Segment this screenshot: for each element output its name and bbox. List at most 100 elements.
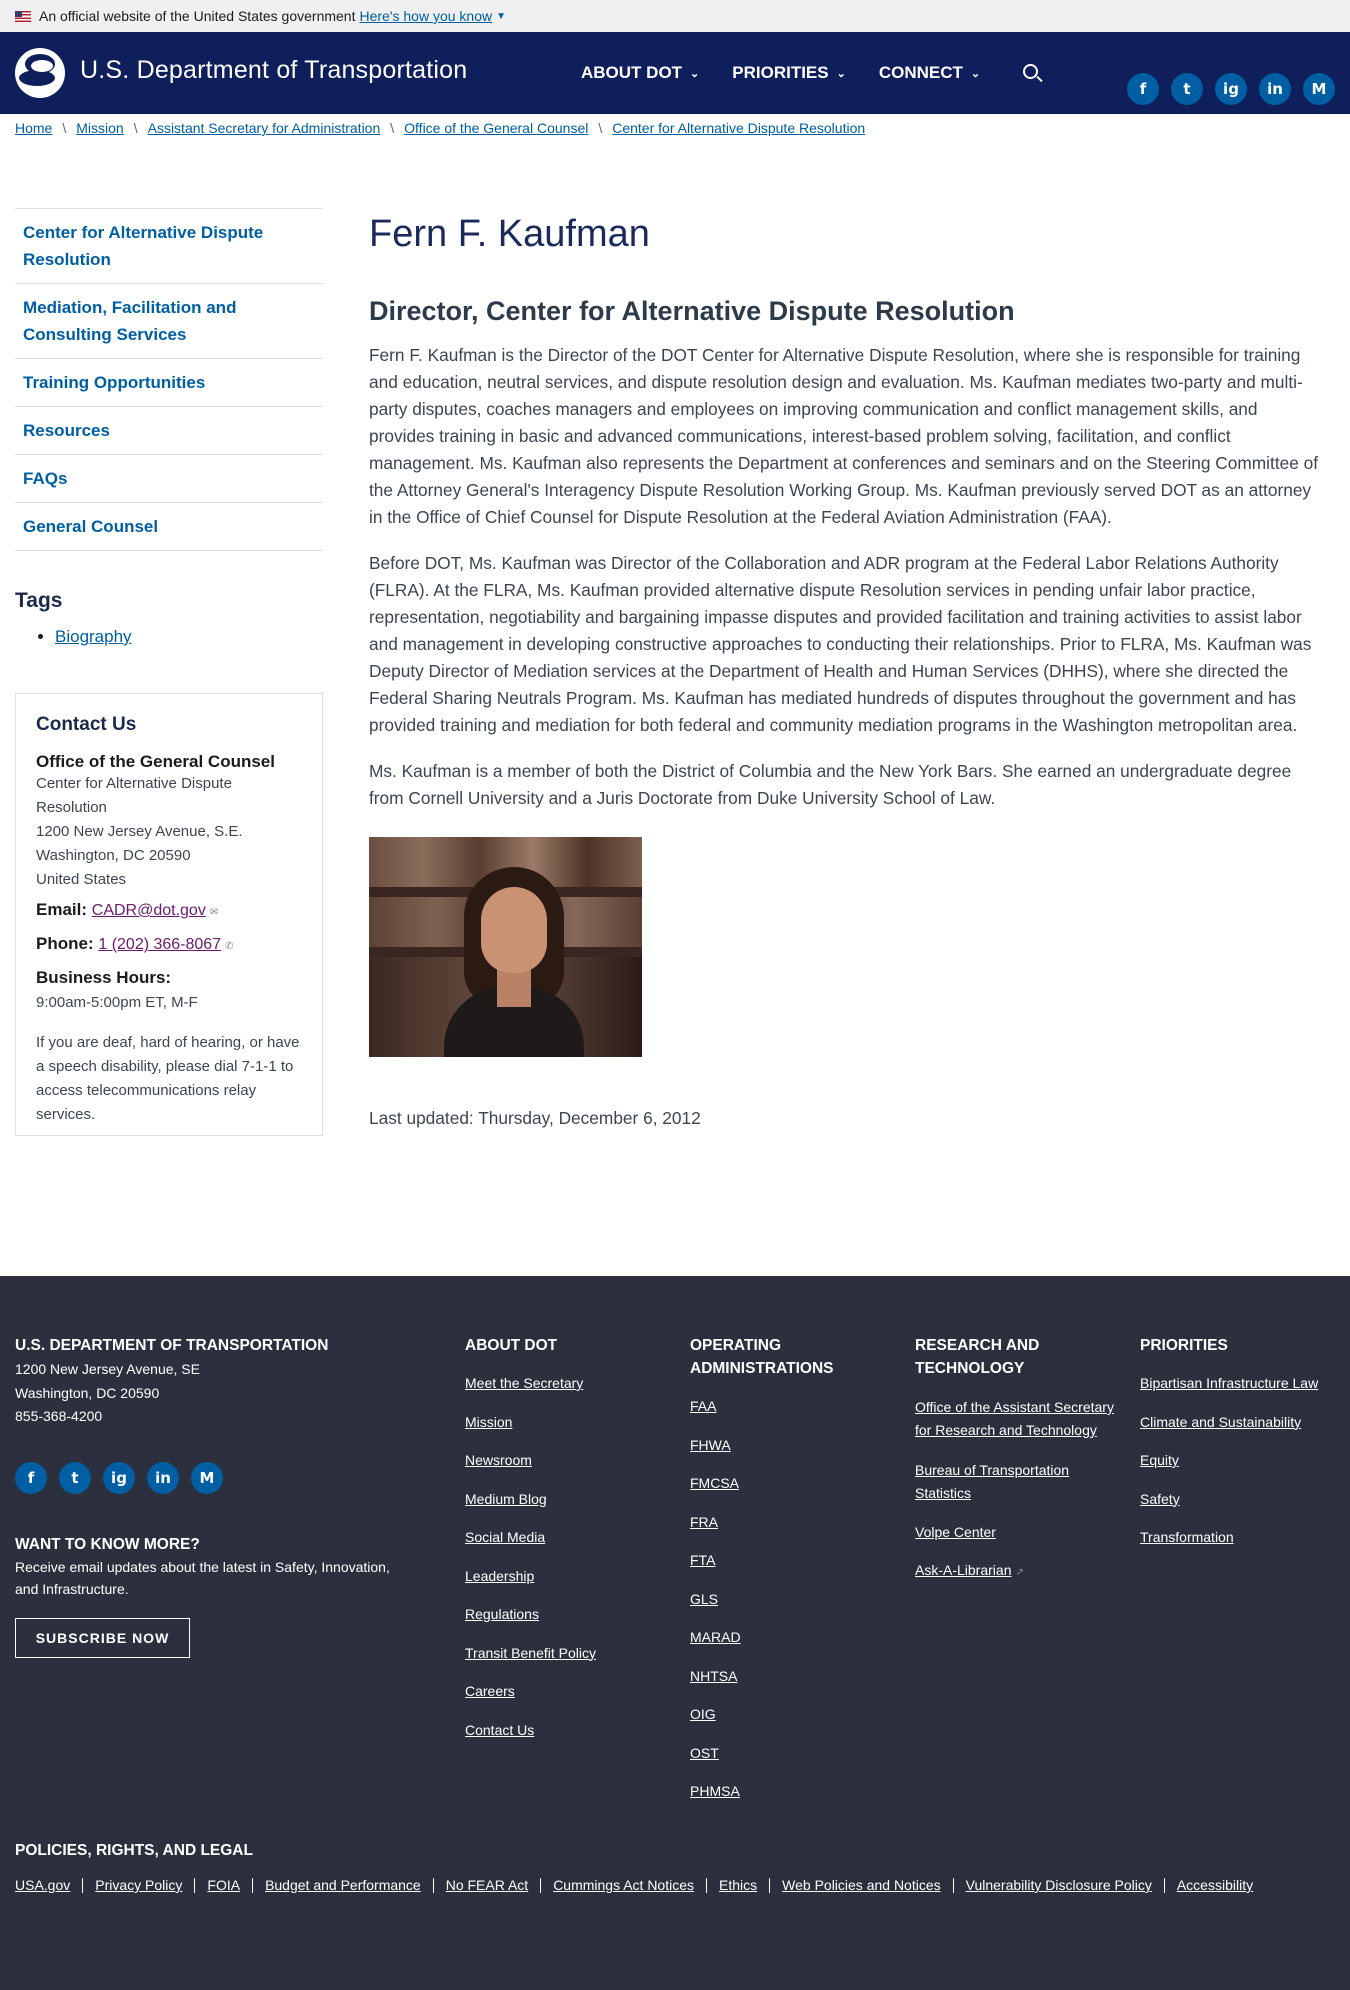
footer-link[interactable]: Medium Blog (465, 1489, 596, 1509)
footer-link[interactable]: OIG (690, 1704, 880, 1724)
footer-link[interactable]: Mission (465, 1412, 596, 1432)
newsletter-text: Receive email updates about the latest i… (15, 1559, 390, 1597)
policy-link[interactable]: Accessibility (1177, 1877, 1253, 1893)
instagram-icon[interactable]: ig (1215, 73, 1247, 105)
nav-about-dot[interactable]: ABOUT DOT ⌄ (581, 63, 699, 83)
footer-link[interactable]: NHTSA (690, 1666, 880, 1686)
footer-link[interactable]: PHMSA (690, 1781, 880, 1801)
policy-link[interactable]: USA.gov (15, 1877, 70, 1893)
footer-link[interactable]: FAA (690, 1396, 880, 1416)
sidebar-item-faqs[interactable]: FAQs (15, 455, 323, 503)
policy-link[interactable]: Privacy Policy (95, 1877, 182, 1893)
footer-link[interactable]: Bipartisan Infrastructure Law (1140, 1373, 1340, 1393)
footer-link[interactable]: Newsroom (465, 1450, 596, 1470)
main-nav: ABOUT DOT ⌄ PRIORITIES ⌄ CONNECT ⌄ (581, 32, 1013, 114)
subscribe-button[interactable]: SUBSCRIBE NOW (15, 1618, 190, 1658)
footer-links: Meet the Secretary Mission Newsroom Medi… (465, 1373, 596, 1740)
policy-link[interactable]: Web Policies and Notices (782, 1877, 940, 1893)
linkedin-icon[interactable]: in (1259, 73, 1291, 105)
footer-links: Office of the Assistant Secretary for Re… (915, 1396, 1115, 1580)
policy-link[interactable]: Vulnerability Disclosure Policy (966, 1877, 1152, 1893)
breadcrumb-general-counsel[interactable]: Office of the General Counsel (404, 120, 588, 136)
divider (194, 1877, 196, 1893)
contact-hours-row: Business Hours: (36, 964, 302, 991)
footer-link[interactable]: FRA (690, 1512, 880, 1532)
divider (952, 1877, 954, 1893)
footer-link[interactable]: Safety (1140, 1489, 1340, 1509)
heres-how-you-know-link[interactable]: Here's how you know (359, 8, 492, 24)
page-title: Fern F. Kaufman (369, 213, 650, 255)
footer-link[interactable]: Leadership (465, 1566, 596, 1586)
linkedin-icon[interactable]: in (147, 1462, 179, 1494)
footer-link[interactable]: Transit Benefit Policy (465, 1643, 596, 1663)
sidebar-item-cadr[interactable]: Center for Alternative Dispute Resolutio… (15, 209, 323, 284)
facebook-icon[interactable]: f (15, 1462, 47, 1494)
breadcrumb-asst-secretary[interactable]: Assistant Secretary for Administration (148, 120, 381, 136)
phone-link[interactable]: 1 (202) 366-8067 (98, 936, 221, 953)
footer-link[interactable]: FHWA (690, 1435, 880, 1455)
footer-link[interactable]: FTA (690, 1550, 880, 1570)
sidebar-item-training[interactable]: Training Opportunities (15, 359, 323, 407)
footer-org-title: U.S. DEPARTMENT OF TRANSPORTATION (15, 1337, 329, 1354)
policy-link[interactable]: No FEAR Act (446, 1877, 528, 1893)
tags-list: Biography (15, 627, 323, 647)
contact-address-line: United States (36, 871, 127, 888)
contact-address-line: Center for Alternative Dispute Resolutio… (36, 775, 232, 816)
footer-link[interactable]: GLS (690, 1589, 880, 1609)
sidebar-item-general-counsel[interactable]: General Counsel (15, 503, 323, 551)
footer-link[interactable]: Meet the Secretary (465, 1373, 596, 1393)
bio-paragraph: Before DOT, Ms. Kaufman was Director of … (369, 553, 1312, 735)
divider (432, 1877, 434, 1893)
medium-icon[interactable]: M (1303, 73, 1335, 105)
contact-email-row: Email: CADR@dot.gov ✉ (36, 896, 302, 926)
footer-link[interactable]: Equity (1140, 1450, 1340, 1470)
tag-biography-link[interactable]: Biography (55, 627, 132, 646)
breadcrumb-home[interactable]: Home (15, 120, 52, 136)
dot-logo-icon[interactable] (15, 48, 65, 98)
policy-link[interactable]: Cummings Act Notices (553, 1877, 694, 1893)
footer-link[interactable]: Transformation (1140, 1527, 1340, 1547)
breadcrumb-mission[interactable]: Mission (76, 120, 123, 136)
main-content: Fern F. Kaufman Director, Center for Alt… (369, 205, 1319, 1129)
footer-link[interactable]: Volpe Center (915, 1522, 1115, 1542)
footer-link[interactable]: OST (690, 1743, 880, 1763)
portrait-photo (369, 837, 642, 1057)
facebook-icon[interactable]: f (1127, 73, 1159, 105)
phone-icon: ✆ (225, 941, 234, 952)
footer-link[interactable]: Ask-A-Librarian (915, 1562, 1011, 1578)
divider (82, 1877, 84, 1893)
policy-link[interactable]: FOIA (207, 1877, 240, 1893)
last-updated: Last updated: Thursday, December 6, 2012 (369, 1108, 701, 1128)
breadcrumb: Home \ Mission \ Assistant Secretary for A… (15, 120, 865, 136)
footer-link[interactable]: FMCSA (690, 1473, 880, 1493)
breadcrumb-cadr[interactable]: Center for Alternative Dispute Resolutio… (612, 120, 865, 136)
chevron-down-icon[interactable]: ▼ (496, 11, 506, 22)
site-title[interactable]: U.S. Department of Transportation (80, 56, 467, 85)
policy-link[interactable]: Ethics (719, 1877, 757, 1893)
sidebar: Center for Alternative Dispute Resolutio… (15, 208, 323, 1136)
breadcrumb-separator: \ (62, 120, 67, 136)
footer-link[interactable]: Regulations (465, 1604, 596, 1624)
footer-org: U.S. DEPARTMENT OF TRANSPORTATION 1200 N… (15, 1334, 328, 1428)
nav-priorities[interactable]: PRIORITIES ⌄ (732, 63, 846, 83)
footer-link[interactable]: Bureau of Transportation Statistics (915, 1459, 1115, 1504)
email-link[interactable]: CADR@dot.gov (92, 902, 206, 919)
footer-links: Bipartisan Infrastructure Law Climate an… (1140, 1373, 1340, 1547)
sidebar-item-resources[interactable]: Resources (15, 407, 323, 455)
sidebar-item-mediation[interactable]: Mediation, Facilitation and Consulting S… (15, 284, 323, 359)
footer-link[interactable]: Climate and Sustainability (1140, 1412, 1340, 1432)
footer-link[interactable]: Contact Us (465, 1720, 596, 1740)
instagram-icon[interactable]: ig (103, 1462, 135, 1494)
search-icon[interactable] (1022, 63, 1044, 85)
medium-icon[interactable]: M (191, 1462, 223, 1494)
hours-label: Business Hours: (36, 968, 172, 987)
footer-link[interactable]: MARAD (690, 1627, 880, 1647)
twitter-icon[interactable]: t (1171, 73, 1203, 105)
footer-link[interactable]: Office of the Assistant Secretary for Re… (915, 1396, 1115, 1441)
twitter-icon[interactable]: t (59, 1462, 91, 1494)
nav-connect[interactable]: CONNECT ⌄ (879, 63, 980, 83)
policy-link[interactable]: Budget and Performance (265, 1877, 421, 1893)
page-subtitle: Director, Center for Alternative Dispute… (369, 296, 1015, 326)
footer-link[interactable]: Social Media (465, 1527, 596, 1547)
footer-link[interactable]: Careers (465, 1681, 596, 1701)
